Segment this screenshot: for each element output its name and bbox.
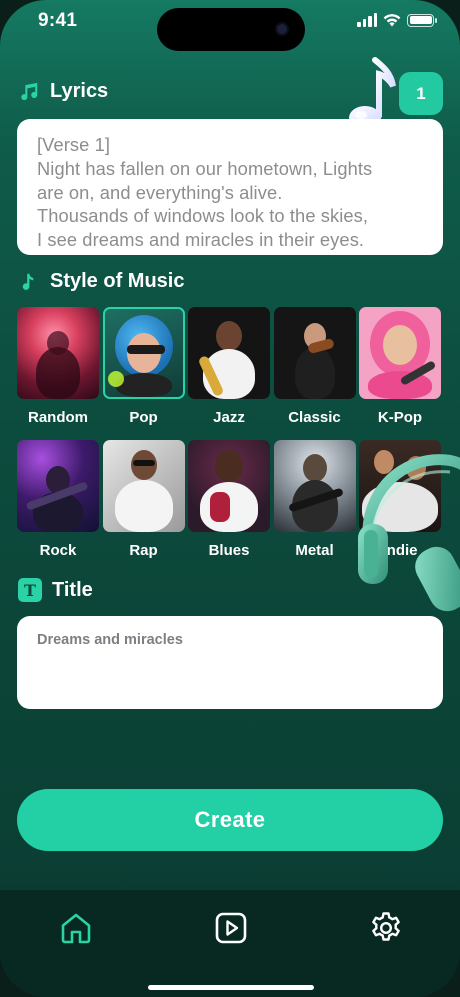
rock-thumbnail bbox=[17, 440, 99, 532]
lyrics-line: Thousands of windows look to the skies, bbox=[37, 205, 369, 227]
style-tile-pop[interactable]: Pop bbox=[102, 307, 185, 426]
gear-icon[interactable] bbox=[368, 910, 404, 946]
text-t-icon: T bbox=[18, 578, 42, 602]
lyrics-textarea[interactable]: [Verse 1] Night has fallen on our hometo… bbox=[17, 119, 443, 255]
style-label: K-Pop bbox=[377, 409, 423, 426]
style-tile-classic[interactable]: Classic bbox=[273, 307, 356, 426]
random-thumbnail bbox=[17, 307, 99, 399]
tab-bar bbox=[0, 890, 460, 997]
status-bar: 9:41 bbox=[0, 0, 460, 51]
kpop-thumbnail bbox=[359, 307, 441, 399]
title-heading: T Title bbox=[18, 578, 93, 602]
jazz-thumbnail bbox=[188, 307, 270, 399]
battery-icon bbox=[407, 13, 437, 27]
style-tile-random[interactable]: Random bbox=[17, 307, 99, 426]
status-icons bbox=[357, 13, 437, 27]
style-tile-jazz[interactable]: Jazz bbox=[188, 307, 270, 426]
style-tile-blues[interactable]: Blues bbox=[188, 440, 270, 559]
lyrics-line: [Verse 1] bbox=[37, 134, 111, 155]
style-tile-rap[interactable]: Rap bbox=[102, 440, 185, 559]
classic-thumbnail bbox=[273, 307, 356, 399]
blues-thumbnail bbox=[188, 440, 270, 532]
headphones-decoration-icon bbox=[358, 454, 460, 612]
pop-thumbnail bbox=[102, 307, 185, 399]
rap-thumbnail bbox=[102, 440, 185, 532]
style-tile-metal[interactable]: Metal bbox=[273, 440, 356, 559]
lyrics-heading-label: Lyrics bbox=[50, 80, 109, 102]
cellular-signal-icon bbox=[357, 13, 377, 27]
lyrics-count-badge[interactable]: 1 bbox=[399, 72, 443, 115]
style-label: Pop bbox=[129, 409, 158, 426]
style-label: Rap bbox=[129, 542, 158, 559]
style-label: Metal bbox=[295, 542, 334, 559]
wifi-icon bbox=[383, 14, 401, 27]
lyrics-line: I see dreams and miracles in their eyes. bbox=[37, 229, 365, 251]
play-icon[interactable] bbox=[213, 910, 249, 946]
camera-icon bbox=[275, 22, 289, 36]
lyrics-line: are on, and everything's alive. bbox=[37, 181, 283, 203]
home-icon[interactable] bbox=[58, 910, 94, 946]
music-note-icon bbox=[22, 273, 34, 290]
style-heading: Style of Music bbox=[18, 270, 184, 293]
style-label: Random bbox=[28, 409, 88, 426]
style-label: Rock bbox=[39, 542, 77, 559]
style-grid-row-1: Random Pop Jazz Classic K-Pop bbox=[17, 307, 441, 426]
style-heading-label: Style of Music bbox=[50, 270, 185, 292]
title-field[interactable] bbox=[17, 616, 443, 709]
lyrics-line: Night has fallen on our hometown, Lights bbox=[37, 157, 373, 179]
dynamic-island bbox=[157, 8, 305, 51]
app-screen: 9:41 Lyrics 1 [Verse 1] Night has fallen… bbox=[0, 0, 460, 997]
style-label: Jazz bbox=[213, 409, 245, 426]
title-heading-label: Title bbox=[52, 578, 93, 601]
style-label: Classic bbox=[288, 409, 341, 426]
home-indicator bbox=[148, 985, 314, 990]
style-label: Blues bbox=[208, 542, 250, 559]
status-time: 9:41 bbox=[38, 10, 78, 31]
lyrics-heading: Lyrics bbox=[18, 80, 108, 103]
style-tile-rock[interactable]: Rock bbox=[17, 440, 99, 559]
metal-thumbnail bbox=[273, 440, 356, 532]
music-notes-icon bbox=[21, 82, 38, 100]
title-input[interactable] bbox=[37, 632, 423, 648]
style-tile-kpop[interactable]: K-Pop bbox=[359, 307, 441, 426]
create-button[interactable]: Create bbox=[17, 789, 443, 851]
